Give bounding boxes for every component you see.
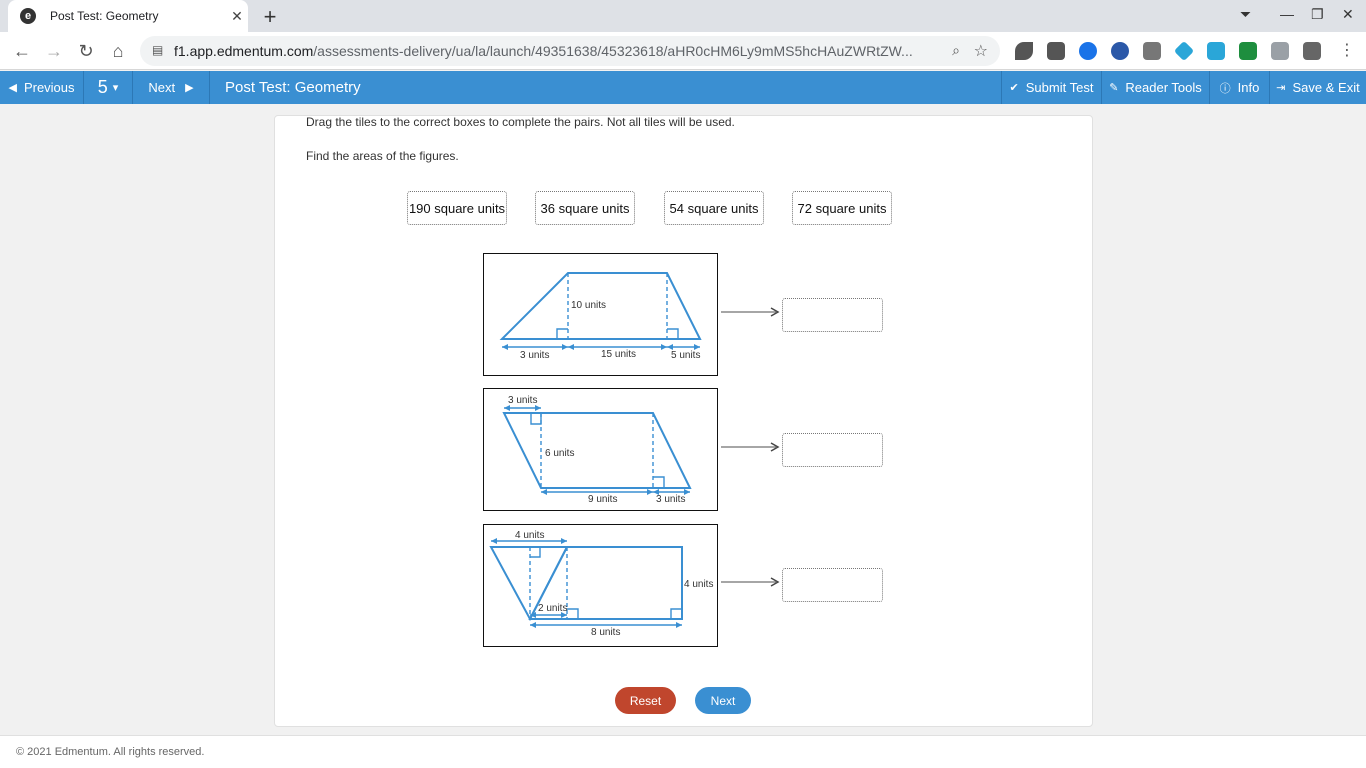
tab-search-icon[interactable]: ⏷ bbox=[1240, 6, 1251, 23]
copyright-text: © 2021 Edmentum. All rights reserved. bbox=[16, 746, 205, 758]
answer-drop-box[interactable] bbox=[782, 568, 883, 602]
info-button[interactable]: ⓘ Info bbox=[1210, 71, 1270, 104]
address-bar[interactable]: ▤ f1.app.edmentum.com/assessments-delive… bbox=[140, 36, 1000, 66]
base-label: 8 units bbox=[591, 627, 620, 638]
next-label: Next bbox=[148, 80, 176, 95]
reset-button[interactable]: Reset bbox=[615, 687, 676, 714]
page-footer: © 2021 Edmentum. All rights reserved. bbox=[0, 735, 1366, 768]
previous-label: Previous bbox=[23, 80, 75, 95]
inner-width-label: 2 units bbox=[538, 603, 567, 614]
next-icon: ▶ bbox=[185, 82, 194, 94]
right-offset-label: 3 units bbox=[656, 494, 685, 505]
right-angle-marker bbox=[530, 547, 541, 558]
url-host: f1.app.edmentum.com bbox=[174, 43, 314, 59]
info-label: Info bbox=[1237, 80, 1260, 95]
browser-toolbar: ← → ↻ ⌂ ▤ f1.app.edmentum.com/assessment… bbox=[0, 32, 1366, 70]
tab-title: Post Test: Geometry bbox=[50, 9, 159, 23]
save-exit-label: Save & Exit bbox=[1292, 80, 1360, 95]
browser-tab-strip: e Post Test: Geometry ✕ + ⏷ — ❐ ✕ bbox=[0, 0, 1366, 32]
browser-menu-icon[interactable]: ⋮ bbox=[1335, 40, 1359, 62]
reader-tools-button[interactable]: ✎ Reader Tools bbox=[1102, 71, 1210, 104]
figure-trapezoid: 10 units 3 units 15 units 5 units bbox=[483, 253, 718, 376]
restore-icon[interactable]: ❐ bbox=[1311, 6, 1324, 23]
previous-icon: ◀ bbox=[8, 82, 17, 94]
url-text[interactable]: f1.app.edmentum.com/assessments-delivery… bbox=[174, 43, 913, 59]
submit-test-button[interactable]: ✔ Submit Test bbox=[1001, 71, 1102, 104]
extension-icon[interactable] bbox=[1239, 42, 1257, 60]
height-label: 10 units bbox=[571, 300, 606, 311]
home-icon[interactable]: ⌂ bbox=[106, 40, 130, 62]
arrow-icon bbox=[721, 442, 780, 452]
top-width-label: 4 units bbox=[515, 530, 544, 541]
parallelogram-diagram: 3 units 6 units 9 units 3 units bbox=[502, 395, 692, 505]
composite-diagram: 4 units 2 units 4 units 8 units bbox=[489, 530, 713, 638]
site-info-icon[interactable]: ▤ bbox=[152, 43, 163, 57]
answer-drop-box[interactable] bbox=[782, 298, 883, 332]
extension-icon[interactable] bbox=[1015, 42, 1033, 60]
extension-icon[interactable] bbox=[1111, 42, 1129, 60]
back-icon[interactable]: ← bbox=[10, 40, 34, 62]
bookmark-star-icon[interactable]: ☆ bbox=[974, 41, 988, 61]
reader-tools-label: Reader Tools bbox=[1125, 80, 1202, 95]
forward-icon[interactable]: → bbox=[42, 40, 66, 62]
height-label: 4 units bbox=[684, 579, 713, 590]
browser-tab[interactable]: e Post Test: Geometry ✕ bbox=[8, 0, 248, 32]
answer-tile[interactable]: 54 square units bbox=[664, 191, 764, 225]
answer-tile[interactable]: 72 square units bbox=[792, 191, 892, 225]
top-offset-label: 3 units bbox=[508, 395, 537, 406]
close-window-icon[interactable]: ✕ bbox=[1342, 6, 1354, 23]
extension-icon[interactable] bbox=[1207, 42, 1225, 60]
middle-base-label: 15 units bbox=[601, 349, 636, 360]
test-navigation-bar: ◀ Previous 5 ▾ Next ▶ Post Test: Geometr… bbox=[0, 71, 1366, 104]
new-tab-icon[interactable]: + bbox=[258, 4, 282, 30]
question-instructions: Drag the tiles to the correct boxes to c… bbox=[306, 115, 735, 129]
extension-icon[interactable] bbox=[1271, 42, 1289, 60]
answer-tile[interactable]: 190 square units bbox=[407, 191, 507, 225]
submit-label: Submit Test bbox=[1025, 80, 1094, 95]
figure-parallelogram: 3 units 6 units 9 units 3 units bbox=[483, 388, 718, 511]
zoom-icon[interactable]: ⌕ bbox=[952, 42, 960, 59]
info-icon: ⓘ bbox=[1219, 82, 1231, 95]
next-question-button[interactable]: Next ▶ bbox=[133, 71, 210, 104]
answer-tile[interactable]: 36 square units bbox=[535, 191, 635, 225]
edmentum-favicon-icon: e bbox=[20, 8, 36, 24]
chevron-down-icon: ▾ bbox=[112, 82, 119, 94]
right-angle-marker bbox=[530, 413, 542, 425]
answer-drop-box[interactable] bbox=[782, 433, 883, 467]
right-angle-marker bbox=[670, 608, 682, 619]
right-angle-marker bbox=[567, 608, 579, 619]
exit-icon: ⇥ bbox=[1276, 82, 1286, 94]
height-label: 6 units bbox=[545, 448, 574, 459]
test-title: Post Test: Geometry bbox=[225, 79, 361, 96]
figure-composite: 4 units 2 units 4 units 8 units bbox=[483, 524, 718, 647]
save-exit-button[interactable]: ⇥ Save & Exit bbox=[1270, 71, 1366, 104]
right-angle-marker bbox=[653, 476, 665, 488]
reload-icon[interactable]: ↻ bbox=[74, 40, 98, 62]
minimize-icon[interactable]: — bbox=[1280, 6, 1294, 22]
question-selector[interactable]: 5 ▾ bbox=[84, 71, 133, 104]
extension-icon[interactable] bbox=[1079, 42, 1097, 60]
arrow-icon bbox=[721, 307, 780, 317]
trapezoid-diagram: 10 units 3 units 15 units 5 units bbox=[499, 272, 702, 361]
left-base-label: 3 units bbox=[520, 350, 549, 361]
extension-icon[interactable] bbox=[1047, 42, 1065, 60]
extension-icon[interactable] bbox=[1143, 42, 1161, 60]
close-tab-icon[interactable]: ✕ bbox=[226, 8, 248, 25]
question-prompt: Find the areas of the figures. bbox=[306, 149, 459, 163]
arrow-icon bbox=[721, 577, 780, 587]
previous-button[interactable]: ◀ Previous bbox=[0, 71, 84, 104]
check-circle-icon: ✔ bbox=[1009, 82, 1019, 94]
right-angle-marker bbox=[667, 328, 679, 339]
url-path: /assessments-delivery/ua/la/launch/49351… bbox=[313, 43, 913, 59]
next-button[interactable]: Next bbox=[695, 687, 751, 714]
right-base-label: 5 units bbox=[671, 350, 700, 361]
right-angle-marker bbox=[556, 328, 568, 339]
base-label: 9 units bbox=[588, 494, 617, 505]
question-number: 5 bbox=[97, 77, 108, 97]
extensions-puzzle-icon[interactable] bbox=[1303, 42, 1321, 60]
wrench-icon: ✎ bbox=[1109, 82, 1119, 94]
